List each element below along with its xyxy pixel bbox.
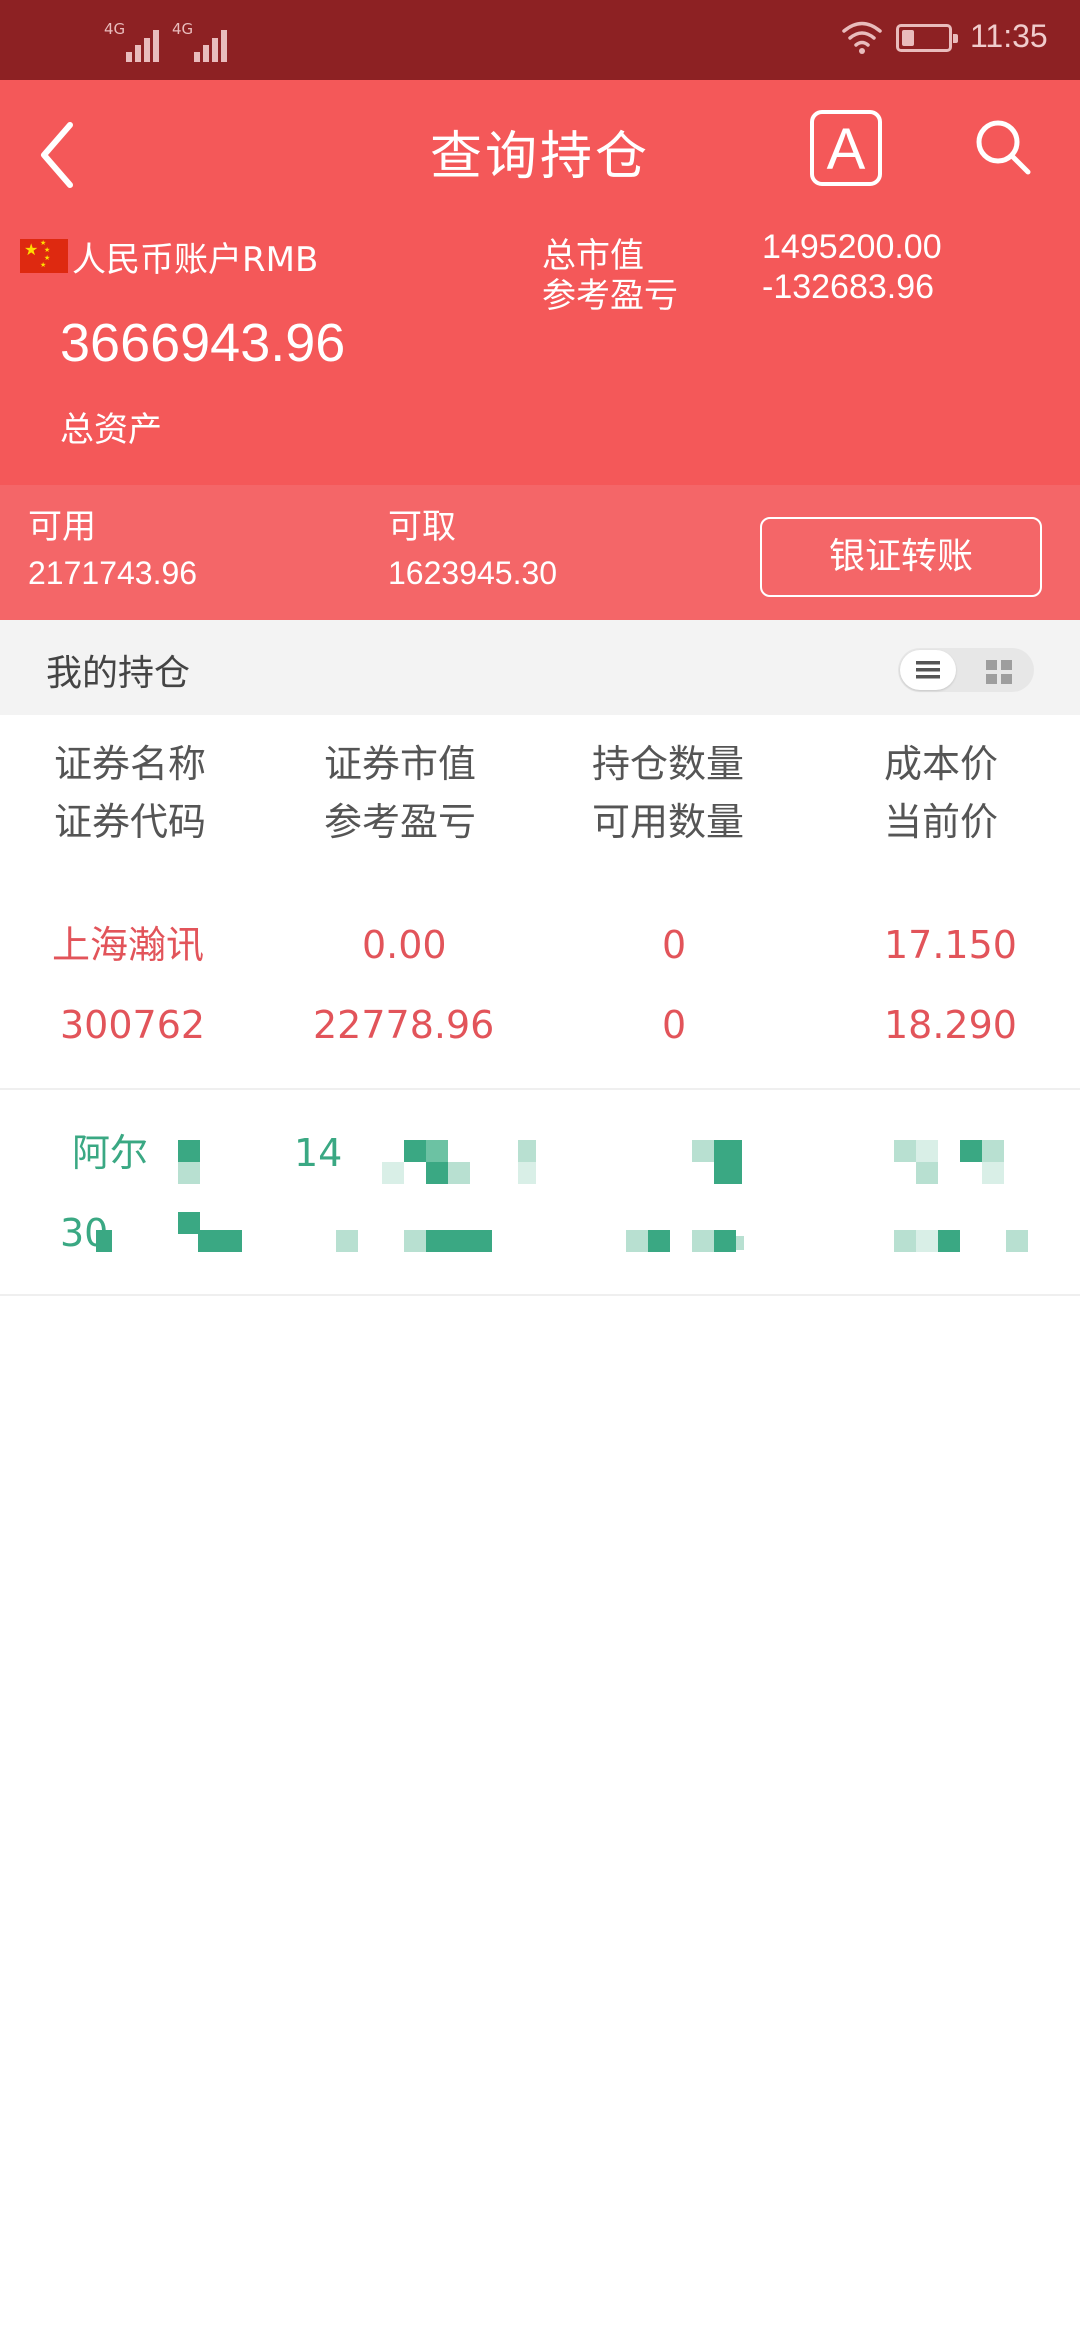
security-name: 上海瀚讯	[52, 923, 205, 967]
total-assets-value: 3666943.96	[60, 313, 346, 373]
withdrawable-funds-label: 可取	[388, 507, 456, 547]
row-divider	[0, 1088, 1080, 1090]
pixel-tile	[960, 1140, 982, 1162]
pixel-tile	[198, 1230, 220, 1252]
pixel-tile	[714, 1230, 736, 1252]
network-type-label: 4G	[104, 20, 126, 38]
pixel-tile	[426, 1230, 448, 1252]
battery-icon	[896, 24, 958, 52]
pixel-tile	[448, 1230, 470, 1252]
pixel-tile	[916, 1140, 938, 1162]
pixel-tile	[178, 1212, 200, 1234]
toggle-knob	[900, 650, 956, 690]
withdrawable-funds-value: 1623945.30	[388, 555, 558, 591]
pixel-tile	[448, 1162, 470, 1184]
pixel-tile	[518, 1162, 536, 1184]
security-code: 300762	[60, 1003, 206, 1047]
row-divider	[0, 1294, 1080, 1296]
pixel-tile	[382, 1162, 404, 1184]
cost-price: 17.150	[884, 923, 1017, 967]
battery-level	[902, 30, 914, 46]
account-selector[interactable]: ★ ★ ★ ★ ★ 人民币账户RMB	[20, 234, 319, 280]
total-assets-label: 总资产	[60, 410, 162, 450]
reference-pnl: 22778.96	[313, 1003, 495, 1047]
bank-transfer-button[interactable]: 银证转账	[760, 517, 1042, 597]
account-header: 查询持仓 A ★ ★ ★ ★ ★ 人民币账户RMB 3666943.96 总资产…	[0, 80, 1080, 485]
account-name: 人民币账户RMB	[72, 239, 319, 280]
pixel-tile	[404, 1230, 426, 1252]
usable-funds-value: 2171743.96	[28, 555, 198, 591]
pixel-tile	[894, 1140, 916, 1162]
pixel-tile	[220, 1230, 242, 1252]
security-name-partial: 阿尔	[72, 1131, 149, 1175]
pixel-tile	[626, 1230, 648, 1252]
pixel-tile	[692, 1230, 714, 1252]
pixel-tile	[916, 1162, 938, 1184]
pixel-tile	[692, 1140, 714, 1162]
col-head-value: 证券市值 参考盈亏	[324, 742, 477, 844]
font-size-button[interactable]: A	[810, 110, 882, 186]
col-head-price: 成本价 当前价	[884, 742, 999, 844]
pixel-tile	[178, 1140, 200, 1162]
positions-section-header: 我的持仓	[0, 620, 1080, 715]
pixel-tile	[470, 1230, 492, 1252]
col-head-quantity: 持仓数量 可用数量	[592, 742, 745, 844]
pixel-tile	[336, 1230, 358, 1252]
pixel-tile	[982, 1140, 1004, 1162]
network-type-label: 4G	[172, 20, 194, 38]
available-quantity: 0	[662, 1003, 687, 1047]
cn-flag-icon: ★ ★ ★ ★ ★	[20, 239, 68, 273]
pnl-label: 参考盈亏	[542, 276, 678, 316]
current-price: 18.290	[884, 1003, 1017, 1047]
search-button[interactable]	[970, 114, 1036, 180]
section-title: 我的持仓	[46, 653, 191, 694]
pixel-tile	[982, 1162, 1004, 1184]
pixel-tile	[648, 1230, 670, 1252]
pixel-tile	[1006, 1230, 1028, 1252]
status-bar: 4G 4G 11:35	[0, 0, 1080, 80]
pixel-tile	[518, 1140, 536, 1162]
pixel-tile	[426, 1140, 448, 1162]
usable-funds-label: 可用	[28, 507, 96, 547]
pixel-tile	[426, 1162, 448, 1184]
signal-icon: 4G	[172, 18, 232, 62]
pixel-tile	[714, 1140, 742, 1162]
clock: 11:35	[970, 18, 1048, 54]
pnl-value: -132683.96	[762, 268, 935, 306]
page-title: 查询持仓	[429, 127, 650, 187]
market-value-partial: 14	[294, 1131, 343, 1175]
pixel-tile	[938, 1230, 960, 1252]
wifi-icon	[842, 21, 882, 54]
market-value-value: 1495200.00	[762, 228, 942, 266]
pixel-tile	[736, 1236, 744, 1250]
signal-icon: 4G	[104, 18, 164, 62]
pixel-tile	[916, 1230, 938, 1252]
pixel-tile	[404, 1140, 426, 1162]
pixel-tile	[96, 1230, 112, 1252]
pixel-tile	[714, 1162, 742, 1184]
market-value: 0.00	[362, 923, 447, 967]
view-mode-toggle[interactable]	[898, 648, 1034, 692]
grid-view-icon[interactable]	[986, 660, 1012, 684]
funds-strip: 可用 2171743.96 可取 1623945.30 银证转账	[0, 485, 1080, 620]
col-head-name: 证券名称 证券代码	[54, 742, 207, 844]
pixel-tile	[178, 1162, 200, 1184]
pixel-tile	[894, 1230, 916, 1252]
holding-quantity: 0	[662, 923, 687, 967]
list-view-icon[interactable]	[916, 661, 940, 679]
